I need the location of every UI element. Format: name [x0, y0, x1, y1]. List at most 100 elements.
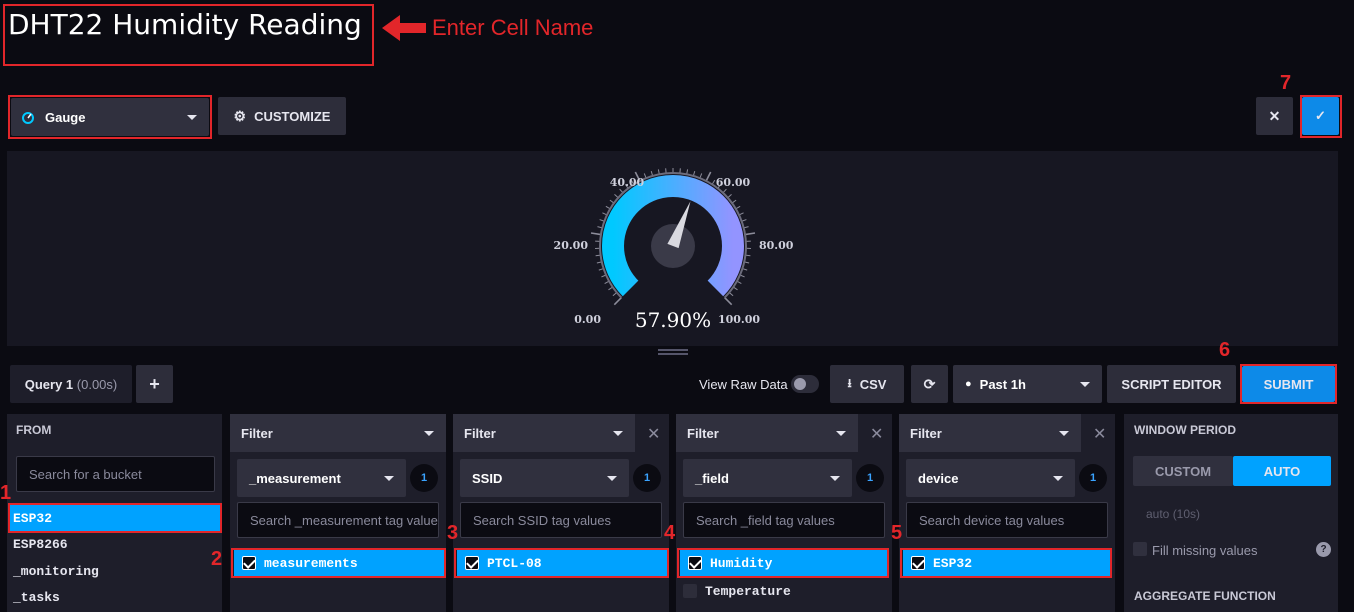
tag-key-label: _measurement [249, 470, 341, 486]
annotation-arrow-icon [382, 15, 426, 41]
annotation-number-7: 7 [1280, 72, 1292, 94]
selection-count-badge: 1 [856, 464, 884, 492]
bucket-search-input[interactable]: Search for a bucket [16, 456, 215, 492]
tag-key-dropdown[interactable]: device [906, 459, 1075, 497]
add-query-button[interactable]: + [136, 365, 173, 403]
window-period-panel: WINDOW PERIOD CUSTOM AUTO auto (10s) Fil… [1124, 414, 1338, 612]
bucket-item-esp8266[interactable]: ESP8266 [13, 537, 68, 552]
filter-header-bar[interactable]: Filter [453, 414, 635, 452]
resize-handle[interactable] [658, 349, 688, 355]
gauge-major-tick [705, 171, 712, 182]
selection-count-badge: 1 [633, 464, 661, 492]
tag-value-search-input[interactable]: Search _field tag values [683, 502, 885, 538]
tag-key-dropdown[interactable]: SSID [460, 459, 629, 497]
close-icon: ✕ [1268, 107, 1281, 124]
tag-key-dropdown[interactable]: _field [683, 459, 852, 497]
chevron-down-icon [836, 431, 846, 436]
query-tab[interactable]: Query 1 (0.00s) [10, 365, 132, 403]
bucket-item-tasks[interactable]: _tasks [13, 590, 60, 605]
query-tab-label: Query 1 [24, 376, 74, 392]
aggregate-function-header: AGGREGATE FUNCTION [1134, 589, 1276, 603]
gauge-tick-label: 80.00 [759, 239, 794, 252]
bucket-item-monitoring[interactable]: _monitoring [13, 564, 99, 579]
tag-value-search-input[interactable]: Search device tag values [906, 502, 1108, 538]
annotation-box-bucket [8, 503, 222, 533]
window-auto-label: AUTO [1263, 463, 1301, 479]
annotation-box-field [677, 548, 889, 578]
remove-filter-icon[interactable]: ✕ [870, 424, 883, 444]
remove-filter-icon[interactable]: ✕ [647, 424, 660, 444]
query-time: (0.00s) [76, 376, 118, 392]
tag-value-search-input[interactable]: Search SSID tag values [460, 502, 662, 538]
tag-key-label: SSID [472, 470, 503, 486]
script-editor-button[interactable]: SCRIPT EDITOR [1107, 365, 1236, 403]
chevron-down-icon [607, 476, 617, 481]
customize-label: CUSTOMIZE [254, 108, 331, 124]
filter-header-label: Filter [687, 426, 719, 441]
customize-button[interactable]: ⚙ CUSTOMIZE [218, 97, 346, 135]
gear-icon: ⚙ [233, 107, 247, 124]
help-icon[interactable]: ? [1316, 542, 1331, 557]
fill-missing-checkbox[interactable] [1133, 542, 1147, 556]
query-builder-screen: DHT22 Humidity Reading Enter Cell Name G… [0, 0, 1354, 612]
window-custom-label: CUSTOM [1154, 463, 1212, 479]
gauge-chart: 0.00 20.00 40.00 60.00 80.00 100.00 57.90% [554, 168, 794, 332]
annotation-label: Enter Cell Name [432, 15, 594, 40]
script-editor-label: SCRIPT EDITOR [1121, 376, 1222, 392]
annotation-box-measurement [231, 548, 446, 578]
annotation-box-title [3, 4, 374, 66]
window-custom-button[interactable]: CUSTOM [1133, 456, 1233, 486]
plus-icon: + [149, 373, 160, 394]
gauge-tick-label: 20.00 [554, 239, 589, 252]
from-header: FROM [16, 423, 52, 437]
clock-icon: ● [965, 378, 972, 390]
download-icon: ⭳ [847, 375, 852, 390]
filter-panel-ssid: Filter ✕ SSID 1 Search SSID tag values [453, 414, 669, 612]
annotation-number-1: 1 [0, 482, 12, 504]
gauge-major-tick [613, 297, 622, 306]
filter-header-bar[interactable]: Filter [230, 414, 446, 452]
refresh-icon: ⟳ [923, 375, 936, 392]
chevron-down-icon [424, 431, 434, 436]
window-auto-value: auto (10s) [1146, 507, 1201, 521]
filter-panel-device: Filter ✕ device 1 Search device tag valu… [899, 414, 1115, 612]
chevron-down-icon [384, 476, 394, 481]
annotation-box-submit [1240, 364, 1337, 404]
view-raw-data-toggle[interactable] [791, 375, 819, 393]
annotation-box-visualization [8, 95, 212, 139]
annotation-number-3: 3 [447, 522, 459, 544]
selection-count-badge: 1 [410, 464, 438, 492]
annotation-number-4: 4 [664, 522, 676, 544]
annotation-box-ssid [454, 548, 669, 578]
chevron-down-icon [1080, 382, 1090, 387]
time-range-dropdown[interactable]: ● Past 1h [953, 365, 1102, 403]
visualization-panel: 0.00 20.00 40.00 60.00 80.00 100.00 57.90% [7, 151, 1338, 346]
window-period-header: WINDOW PERIOD [1134, 423, 1236, 437]
gauge-major-tick [590, 232, 602, 236]
tag-value-search-input[interactable]: Search _measurement tag values [237, 502, 439, 538]
gauge-tick-label: 60.00 [716, 176, 751, 189]
annotation-box-confirm [1300, 95, 1342, 138]
gauge-major-tick [744, 232, 756, 236]
annotation-number-2: 2 [211, 548, 223, 570]
cancel-button[interactable]: ✕ [1256, 97, 1293, 135]
annotation-number-6: 6 [1219, 339, 1231, 361]
refresh-button[interactable]: ⟳ [911, 365, 948, 403]
chevron-down-icon [613, 431, 623, 436]
tag-value-temperature[interactable]: Temperature [680, 580, 791, 602]
chevron-down-icon [830, 476, 840, 481]
window-auto-button[interactable]: AUTO [1233, 456, 1331, 486]
checkbox-unchecked-icon [683, 584, 697, 598]
view-raw-data-label: View Raw Data [699, 377, 788, 392]
filter-header-bar[interactable]: Filter [676, 414, 858, 452]
remove-filter-icon[interactable]: ✕ [1093, 424, 1106, 444]
annotation-box-device [900, 548, 1112, 578]
gauge-tick-label: 100.00 [718, 313, 760, 326]
filter-header-label: Filter [910, 426, 942, 441]
gauge-tick-label: 0.00 [574, 313, 601, 326]
filter-panel-measurement: Filter _measurement 1 Search _measuremen… [230, 414, 446, 612]
tag-key-dropdown[interactable]: _measurement [237, 459, 406, 497]
csv-button[interactable]: ⭳ CSV [830, 365, 904, 403]
filter-header-bar[interactable]: Filter [899, 414, 1081, 452]
tag-value-label: Temperature [705, 583, 791, 599]
